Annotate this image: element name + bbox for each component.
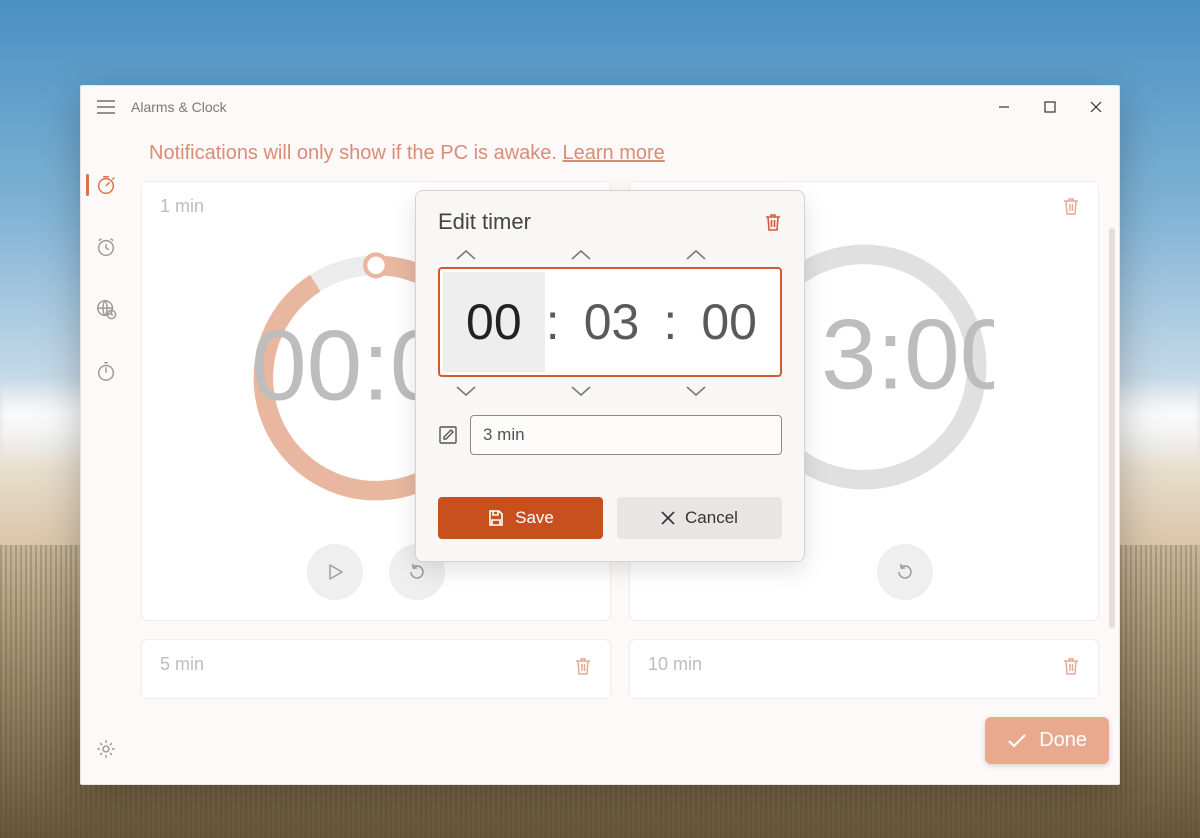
hours-field[interactable]: 00 [443,272,545,372]
timer-card-4[interactable]: 10 min [629,639,1099,699]
alarm-icon [95,236,117,258]
timer-time-display: 3:00 [821,300,994,411]
reset-button[interactable] [877,544,933,600]
play-icon [325,562,345,582]
chevron-down-icon [455,385,535,397]
sidebar-item-settings[interactable] [81,732,131,766]
banner-learn-more-link[interactable]: Learn more [563,142,665,164]
titlebar: Alarms & Clock [81,86,1119,128]
minutes-field[interactable]: 03 [561,293,663,351]
edit-timer-dialog: Edit timer 00 : 03 : 00 [415,190,805,562]
timer-card-3[interactable]: 5 min [141,639,611,699]
check-icon [1007,733,1027,749]
maximize-button[interactable] [1027,91,1073,123]
edit-name-icon [438,425,458,445]
separator: : [545,293,561,351]
save-button[interactable]: Save [438,497,603,539]
done-button[interactable]: Done [985,717,1109,764]
reset-icon [407,562,427,582]
close-icon [661,511,675,525]
chevron-up-icon [570,249,650,261]
chevron-down-icon [685,385,765,397]
timer-icon [95,174,117,196]
chevron-up-icon [685,249,765,261]
minimize-button[interactable] [981,91,1027,123]
world-clock-icon [95,298,117,320]
app-title: Alarms & Clock [131,99,227,115]
notification-banner: Notifications will only show if the PC i… [141,134,1099,181]
delete-timer-button[interactable] [1062,656,1080,676]
timer-label: 5 min [160,654,204,674]
save-icon [487,509,505,527]
hours-up-button[interactable] [455,249,535,261]
done-label: Done [1039,729,1087,752]
seconds-down-button[interactable] [685,385,765,397]
timer-label: 10 min [648,654,702,674]
time-input[interactable]: 00 : 03 : 00 [438,267,782,377]
seconds-field[interactable]: 00 [678,293,780,351]
sidebar-item-timer[interactable] [81,168,131,202]
delete-timer-button[interactable] [574,656,592,676]
sidebar [81,128,131,784]
play-button[interactable] [307,544,363,600]
save-label: Save [515,508,554,528]
close-button[interactable] [1073,91,1119,123]
stopwatch-icon [95,360,117,382]
sidebar-item-stopwatch[interactable] [81,354,131,388]
hamburger-menu-button[interactable] [81,100,131,114]
minutes-down-button[interactable] [570,385,650,397]
cancel-label: Cancel [685,508,738,528]
chevron-down-icon [570,385,650,397]
minutes-up-button[interactable] [570,249,650,261]
seconds-up-button[interactable] [685,249,765,261]
banner-text: Notifications will only show if the PC i… [149,142,563,164]
hours-down-button[interactable] [455,385,535,397]
chevron-up-icon [455,249,535,261]
sidebar-item-world-clock[interactable] [81,292,131,326]
desktop-wallpaper: Alarms & Clock [0,0,1200,838]
reset-icon [895,562,915,582]
timer-name-input[interactable] [470,415,782,455]
dialog-title: Edit timer [438,209,531,235]
gear-icon [95,738,117,760]
cancel-button[interactable]: Cancel [617,497,782,539]
sidebar-item-alarm[interactable] [81,230,131,264]
separator: : [662,293,678,351]
scrollbar[interactable] [1109,228,1115,628]
dialog-delete-button[interactable] [764,212,782,232]
